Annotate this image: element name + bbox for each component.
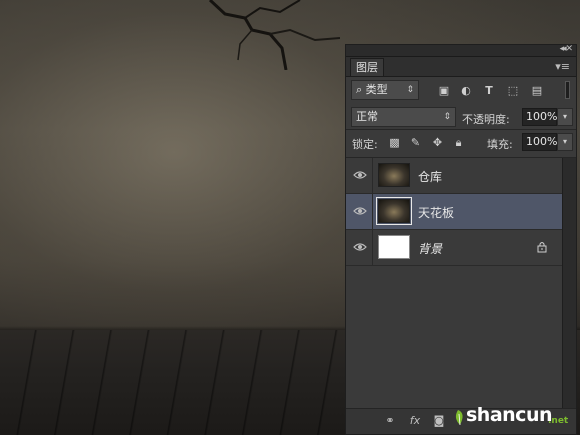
lock-label: 锁定:	[352, 138, 378, 151]
link-layers-icon[interactable]: ⚭	[382, 413, 398, 429]
layer-style-fx-icon[interactable]: fx	[406, 413, 424, 429]
divider	[372, 158, 373, 194]
lock-row: 锁定: ▩ ✎ ✥ 🔒︎ 填充: 100% ▾	[346, 131, 576, 155]
fill-field[interactable]: 100%	[522, 133, 557, 151]
panel-menu-icon[interactable]: ▾≡	[555, 60, 570, 73]
blend-mode-select[interactable]: 正常 ⇕	[351, 107, 456, 127]
layers-scrollbar[interactable]	[562, 158, 576, 410]
visibility-eye-icon[interactable]	[353, 240, 367, 254]
lock-position-icon[interactable]: ✥	[431, 136, 444, 149]
layer-name[interactable]: 背景	[418, 240, 442, 257]
lock-transparent-pixels-icon[interactable]: ▩	[388, 136, 401, 149]
blend-mode-value: 正常	[356, 110, 378, 123]
layer-row[interactable]: 背景	[346, 230, 562, 266]
watermark-suffix: .net	[548, 416, 569, 426]
type-filter-icon[interactable]: T	[482, 84, 496, 98]
divider	[346, 129, 576, 130]
fill-label: 填充:	[487, 138, 513, 151]
add-mask-icon[interactable]: ◙	[432, 413, 446, 429]
filter-kind-label: 类型	[365, 83, 388, 96]
layers-panel: ◂◂ ✕ 图层 ▾≡ ⌕ 类型 ⇕ ▣ ◐ T ⬚ ▤ 正常 ⇕ 不透明度: 1…	[345, 44, 577, 435]
updown-arrows-icon: ⇕	[406, 85, 414, 95]
panel-tab-row: 图层 ▾≡	[346, 57, 576, 77]
layer-row-selected[interactable]: 天花板	[346, 194, 562, 230]
layer-thumbnail	[378, 163, 410, 187]
search-icon: ⌕	[356, 83, 363, 96]
visibility-eye-icon[interactable]	[353, 168, 367, 182]
opacity-dropdown-icon[interactable]: ▾	[557, 108, 573, 126]
divider	[372, 230, 373, 266]
blend-row: 正常 ⇕ 不透明度: 100% ▾	[346, 105, 576, 129]
collapse-icon[interactable]: ◂◂ ✕	[560, 44, 574, 54]
opacity-label: 不透明度:	[462, 113, 510, 126]
divider	[372, 194, 373, 230]
smart-object-filter-icon[interactable]: ▤	[530, 84, 544, 98]
shape-filter-icon[interactable]: ⬚	[506, 84, 520, 98]
tab-layers[interactable]: 图层	[350, 58, 384, 76]
adjustment-filter-icon[interactable]: ◐	[459, 84, 473, 98]
site-watermark: shancun .net	[452, 402, 576, 432]
filter-toggle-switch[interactable]	[565, 81, 570, 99]
visibility-eye-icon[interactable]	[353, 204, 367, 218]
watermark-text: shancun	[466, 404, 553, 426]
layer-name[interactable]: 天花板	[418, 204, 454, 221]
layer-lock-icon	[537, 242, 547, 253]
layer-thumbnail	[378, 235, 410, 259]
fill-dropdown-icon[interactable]: ▾	[557, 133, 573, 151]
filter-kind-select[interactable]: ⌕ 类型 ⇕	[351, 80, 419, 100]
panel-title-bar[interactable]: ◂◂ ✕	[346, 44, 576, 57]
layer-filter-row: ⌕ 类型 ⇕ ▣ ◐ T ⬚ ▤	[346, 77, 576, 105]
wall-crack-graphic	[208, 0, 340, 70]
layers-list: 仓库 天花板 背景	[346, 158, 562, 408]
lock-all-icon[interactable]: 🔒︎	[452, 136, 465, 149]
layer-thumbnail	[376, 197, 412, 225]
opacity-field[interactable]: 100%	[522, 108, 557, 126]
lock-image-pixels-icon[interactable]: ✎	[409, 136, 422, 149]
updown-arrows-icon: ⇕	[443, 112, 451, 122]
pixel-filter-icon[interactable]: ▣	[437, 84, 451, 98]
layer-row[interactable]: 仓库	[346, 158, 562, 194]
layer-name[interactable]: 仓库	[418, 168, 442, 185]
